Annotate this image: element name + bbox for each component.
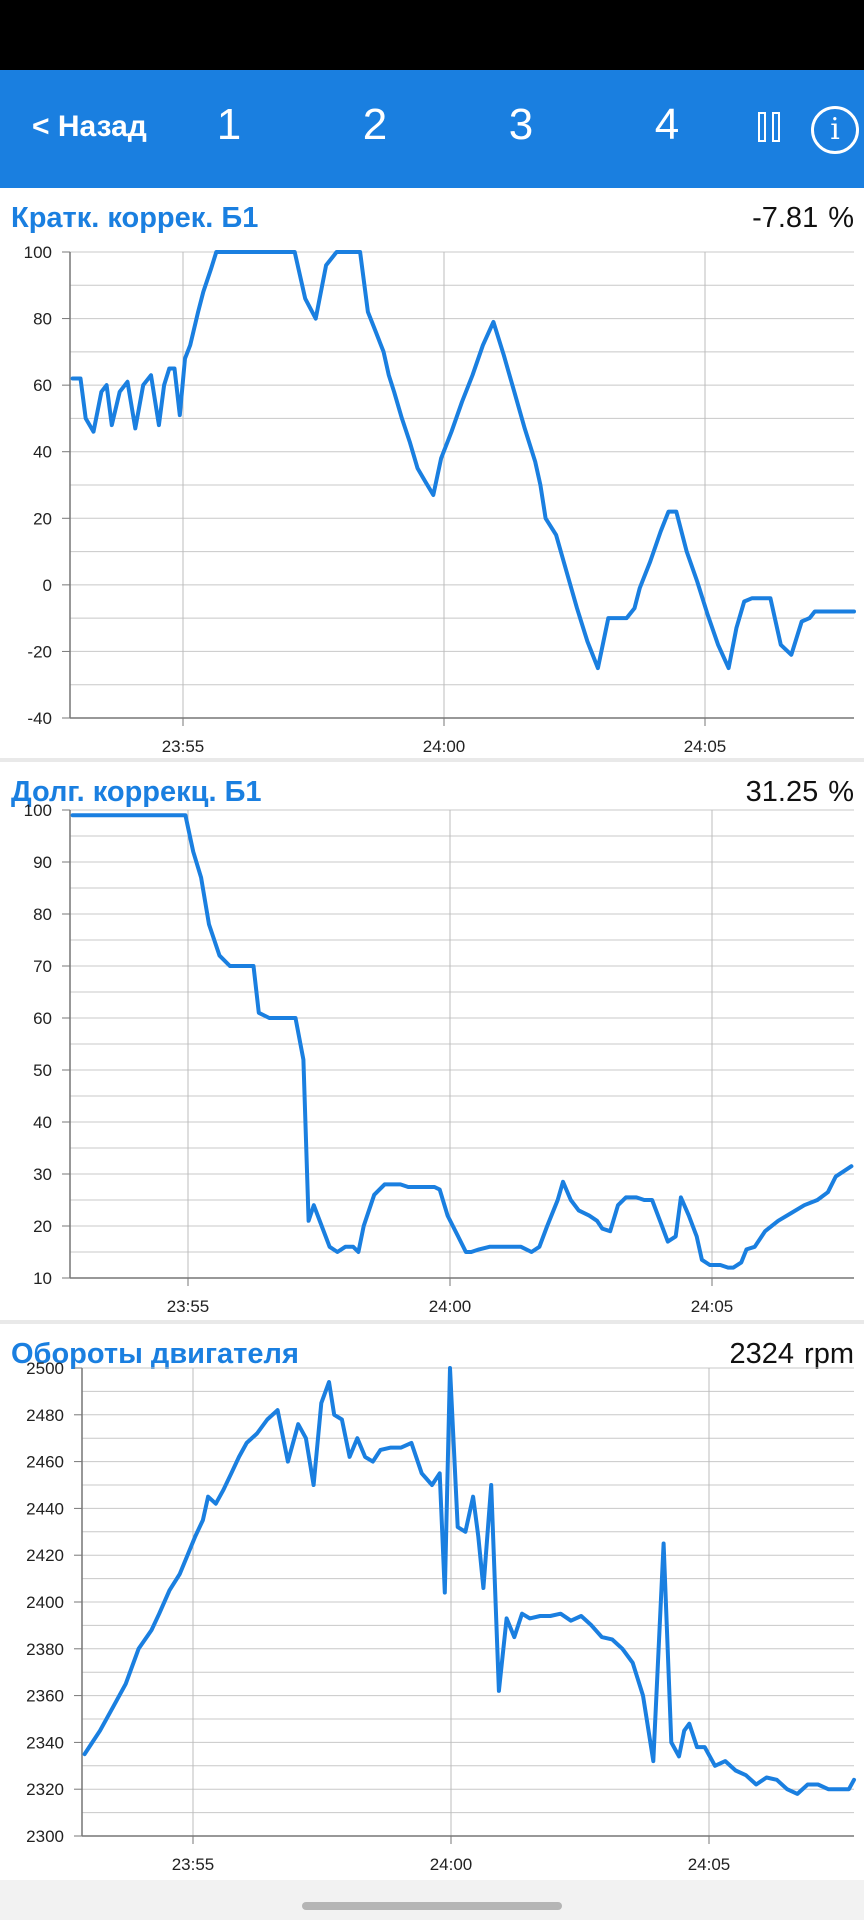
x-tick-label: 24:05	[691, 1297, 734, 1316]
y-tick-label: 60	[33, 1009, 52, 1028]
home-indicator[interactable]	[302, 1902, 562, 1910]
x-tick-label: 24:00	[429, 1297, 472, 1316]
short-trim-chart: 100 80 60 40 20 0 -20 -40 23:55 24:00 24:05	[24, 243, 856, 756]
y-tick-label: 30	[33, 1165, 52, 1184]
x-tick-label: 23:55	[172, 1855, 215, 1874]
y-tick-label: 70	[33, 957, 52, 976]
series-line	[82, 1366, 856, 1796]
y-tick-label: 20	[33, 1217, 52, 1236]
y-tick-label: 10	[33, 1269, 52, 1288]
series-line	[70, 250, 856, 671]
y-tick-label: 20	[33, 509, 52, 528]
x-tick-label: 23:55	[167, 1297, 210, 1316]
y-tick-label: 40	[33, 443, 52, 462]
y-tick-label: 2320	[26, 1780, 64, 1799]
y-tick-label: 40	[33, 1113, 52, 1132]
x-tick-label: 24:05	[684, 737, 727, 756]
y-tick-label: 60	[33, 376, 52, 395]
y-tick-label: 90	[33, 853, 52, 872]
y-tick-label: 2460	[26, 1453, 64, 1472]
y-tick-label: -40	[27, 709, 52, 728]
y-tick-label: 100	[24, 801, 52, 820]
y-tick-label: 100	[24, 243, 52, 262]
navigation-bar	[0, 1880, 864, 1920]
y-tick-label: 2300	[26, 1827, 64, 1846]
y-tick-label: 2480	[26, 1406, 64, 1425]
x-tick-label: 23:55	[162, 737, 205, 756]
back-button[interactable]: < Назад	[32, 110, 147, 144]
tab-3[interactable]: 3	[491, 100, 551, 150]
tab-2[interactable]: 2	[345, 100, 405, 150]
app-bar: < Назад 1 2 3 4 i	[0, 70, 864, 188]
y-tick-label: 2340	[26, 1733, 64, 1752]
y-tick-label: 80	[33, 905, 52, 924]
y-tick-label: 2420	[26, 1546, 64, 1565]
tab-1[interactable]: 1	[199, 100, 259, 150]
y-tick-label: 50	[33, 1061, 52, 1080]
info-icon[interactable]: i	[811, 106, 859, 154]
chart-panel-short-trim: Кратк. коррек. Б1 -7.81% 100 80 60 40 20 0 -20…	[0, 188, 864, 758]
tab-4[interactable]: 4	[637, 100, 697, 150]
chart-panel-long-trim: Долг. коррекц. Б1 31.25% 100 90 80 70 60 50 40…	[0, 762, 864, 1320]
y-tick-label: 2380	[26, 1640, 64, 1659]
x-tick-label: 24:00	[430, 1855, 473, 1874]
y-tick-label: 80	[33, 310, 52, 329]
chart-panel-rpm: Обороты двигателя 2324 rpm 2500 2480 2460 24…	[0, 1324, 864, 1880]
x-tick-label: 24:05	[688, 1855, 731, 1874]
y-tick-label: -20	[27, 642, 52, 661]
y-tick-label: 2400	[26, 1593, 64, 1612]
y-tick-label: 0	[43, 576, 52, 595]
x-tick-label: 24:00	[423, 737, 466, 756]
pause-icon[interactable]	[758, 112, 788, 146]
y-tick-label: 2500	[26, 1359, 64, 1378]
y-tick-label: 2360	[26, 1687, 64, 1706]
y-tick-label: 2440	[26, 1499, 64, 1518]
rpm-chart: 2500 2480 2460 2440 2420 2400 2380 2360 2340 2320…	[26, 1359, 856, 1874]
status-bar	[0, 0, 864, 70]
long-trim-chart: 100 90 80 70 60 50 40 30 20 10 23:55 24:00 24:05	[24, 801, 854, 1316]
